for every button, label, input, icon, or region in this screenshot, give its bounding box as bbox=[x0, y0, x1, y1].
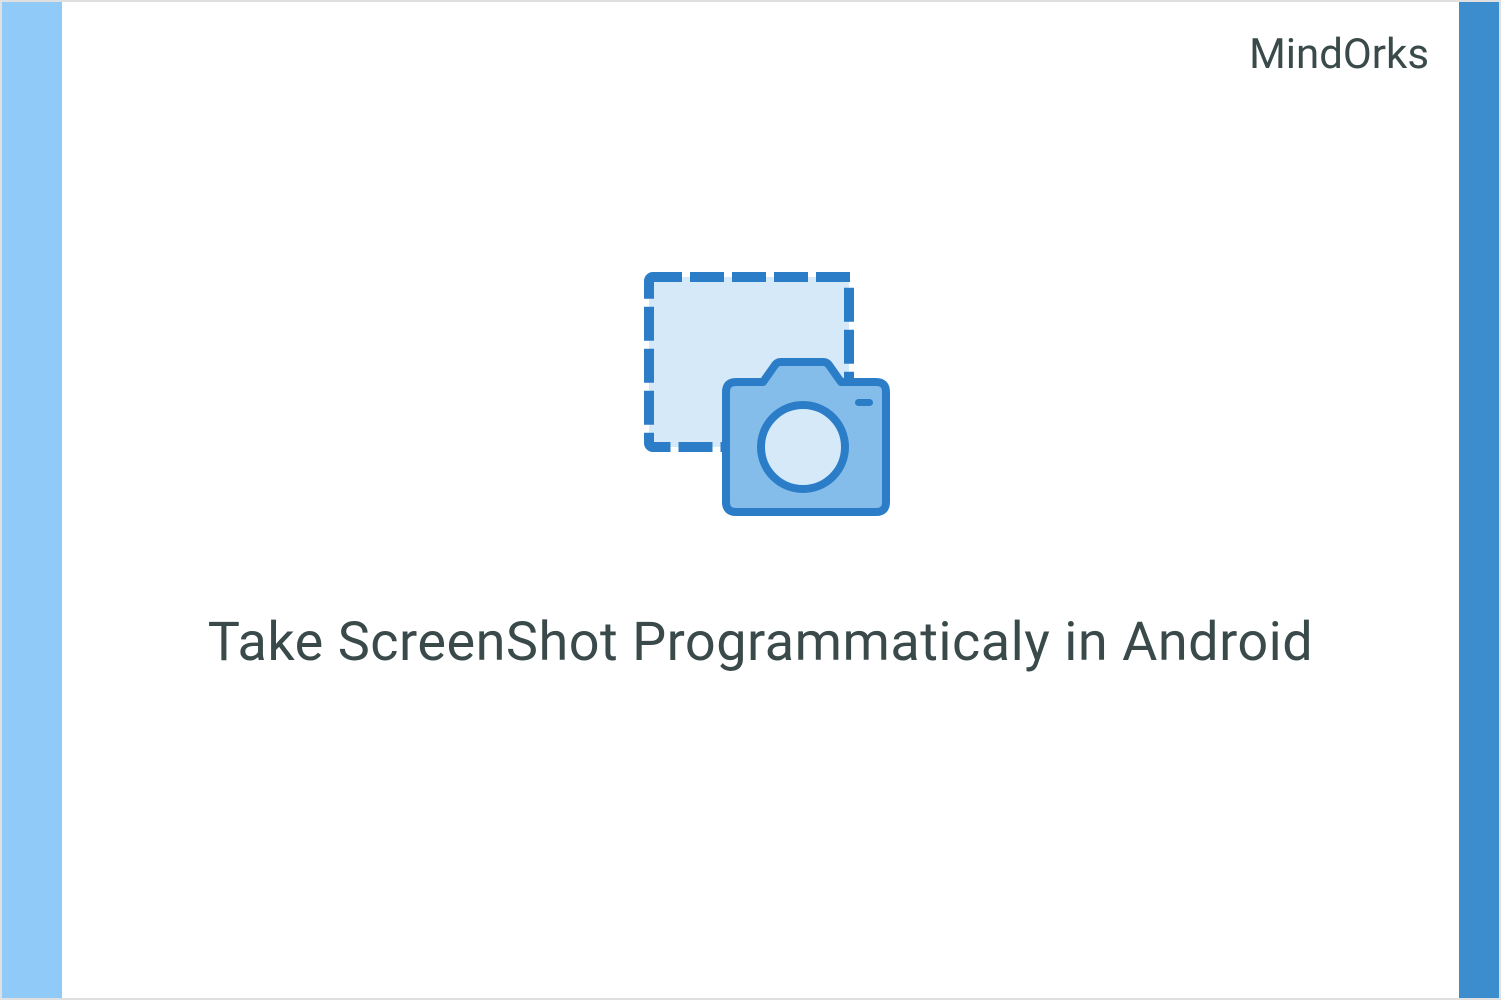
right-accent-bar bbox=[1459, 2, 1499, 998]
left-accent-bar bbox=[2, 2, 62, 998]
page-title: Take ScreenShot Programmaticaly in Andro… bbox=[208, 611, 1314, 674]
screenshot-camera-icon bbox=[631, 267, 891, 521]
main-content: Take ScreenShot Programmaticaly in Andro… bbox=[62, 2, 1459, 998]
card-frame: MindOrks Take ScreenShot Programmaticaly… bbox=[0, 0, 1501, 1000]
